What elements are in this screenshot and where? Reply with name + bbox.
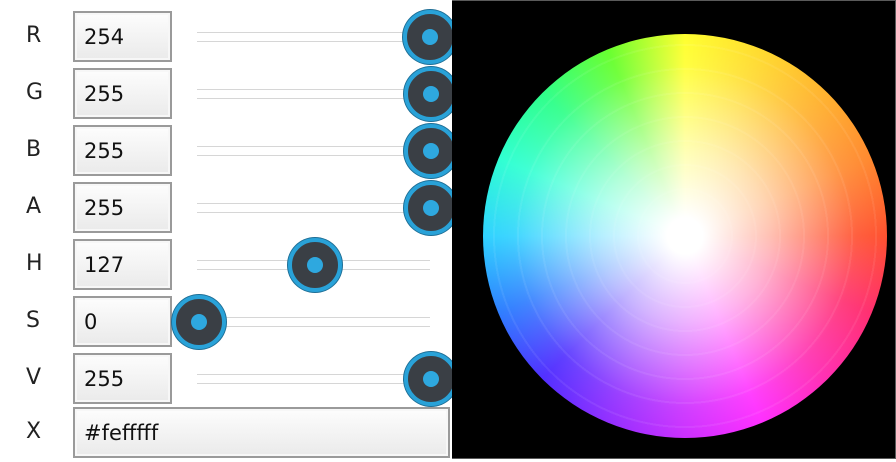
channel-label-h: H	[26, 251, 43, 276]
channel-label-a: A	[26, 194, 42, 219]
channel-field-g[interactable]	[73, 68, 172, 119]
channel-label-b: B	[26, 137, 42, 162]
channel-slider-thumb-s[interactable]	[172, 295, 226, 349]
channel-panel: R G B A H	[0, 0, 458, 462]
hex-input[interactable]	[75, 409, 448, 456]
hex-field[interactable]	[73, 407, 450, 458]
channel-input-v[interactable]	[75, 355, 170, 402]
color-wheel-area	[452, 1, 895, 458]
channel-label-g: G	[26, 80, 44, 105]
color-wheel-center	[667, 218, 703, 254]
channel-label-s: S	[26, 308, 40, 333]
channel-slider-thumb-a[interactable]	[404, 181, 458, 235]
channel-slider-track-v[interactable]	[197, 374, 430, 384]
channel-input-r[interactable]	[75, 13, 170, 60]
channel-slider-thumb-b[interactable]	[404, 124, 458, 178]
hex-row: X	[0, 405, 452, 462]
channel-field-s[interactable]	[73, 296, 172, 347]
channel-input-g[interactable]	[75, 70, 170, 117]
channel-slider-track-b[interactable]	[197, 146, 430, 156]
channel-row-s: S	[0, 294, 452, 351]
channel-input-b[interactable]	[75, 127, 170, 174]
channel-slider-track-s[interactable]	[197, 317, 430, 327]
channel-label-r: R	[26, 23, 42, 48]
hex-label: X	[26, 419, 42, 444]
channel-field-r[interactable]	[73, 11, 172, 62]
channel-input-a[interactable]	[75, 184, 170, 231]
channel-field-a[interactable]	[73, 182, 172, 233]
channel-row-v: V	[0, 351, 458, 408]
channel-field-v[interactable]	[73, 353, 172, 404]
channel-slider-thumb-h[interactable]	[288, 238, 342, 292]
channel-row-h: H	[0, 237, 452, 294]
channel-field-b[interactable]	[73, 125, 172, 176]
channel-row-g: G	[0, 66, 458, 123]
channel-slider-track-r[interactable]	[197, 32, 430, 42]
channel-row-b: B	[0, 123, 458, 180]
channel-field-h[interactable]	[73, 239, 172, 290]
channel-row-a: A	[0, 180, 458, 237]
channel-slider-thumb-r[interactable]	[403, 10, 458, 64]
channel-input-h[interactable]	[75, 241, 170, 288]
channel-slider-track-g[interactable]	[197, 89, 430, 99]
channel-input-s[interactable]	[75, 298, 170, 345]
channel-row-r: R	[0, 9, 458, 66]
channel-slider-thumb-v[interactable]	[404, 352, 458, 406]
color-wheel[interactable]	[483, 34, 887, 438]
channel-label-v: V	[26, 365, 42, 390]
channel-slider-thumb-g[interactable]	[404, 67, 458, 121]
channel-slider-track-a[interactable]	[197, 203, 430, 213]
